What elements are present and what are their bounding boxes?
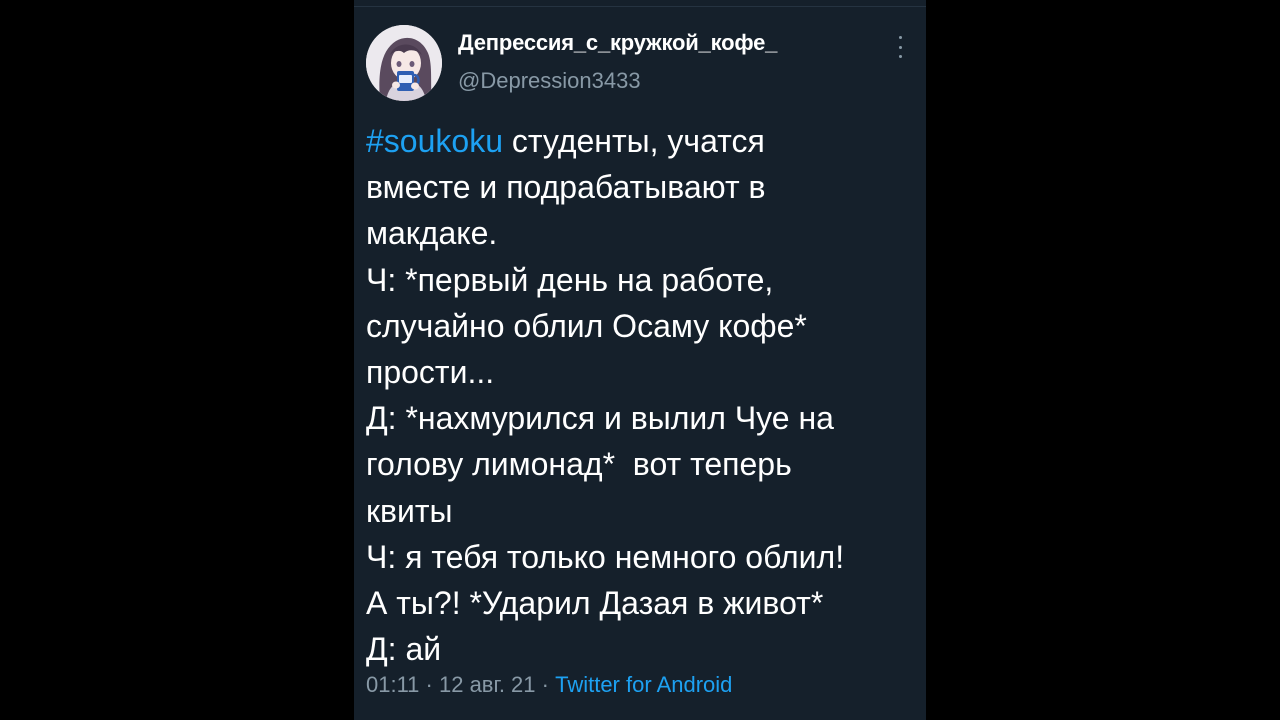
dot [898,55,902,58]
tweet-text-body: вместе и подрабатывают в макдаке. Ч: *пе… [366,169,845,668]
avatar[interactable] [366,25,442,101]
tweet-card: Депрессия_с_кружкой_кофе_ @Depression343… [354,0,926,720]
dot [898,45,902,49]
divider [354,6,926,7]
author-display-name[interactable]: Депрессия_с_кружкой_кофе_ [458,30,777,56]
dot [898,36,902,39]
meta-separator: · [535,672,556,697]
anime-girl-with-mug-avatar-icon [366,25,442,101]
tweet-date[interactable]: 12 авг. 21 [439,672,536,697]
tweet-text-first-line: студенты, учатся [502,123,765,159]
tweet-text: #soukoku студенты, учатся вместе и подра… [366,118,918,672]
hashtag-link[interactable]: #soukoku [366,123,503,159]
more-vertical-icon[interactable] [890,36,910,58]
tweet-source-link[interactable]: Twitter for Android [555,672,732,697]
meta-separator: · [419,672,439,697]
author-handle[interactable]: @Depression3433 [458,68,641,94]
tweet-meta: 01:11 · 12 авг. 21 · Twitter for Android [366,672,732,698]
tweet-time[interactable]: 01:11 [366,672,419,697]
